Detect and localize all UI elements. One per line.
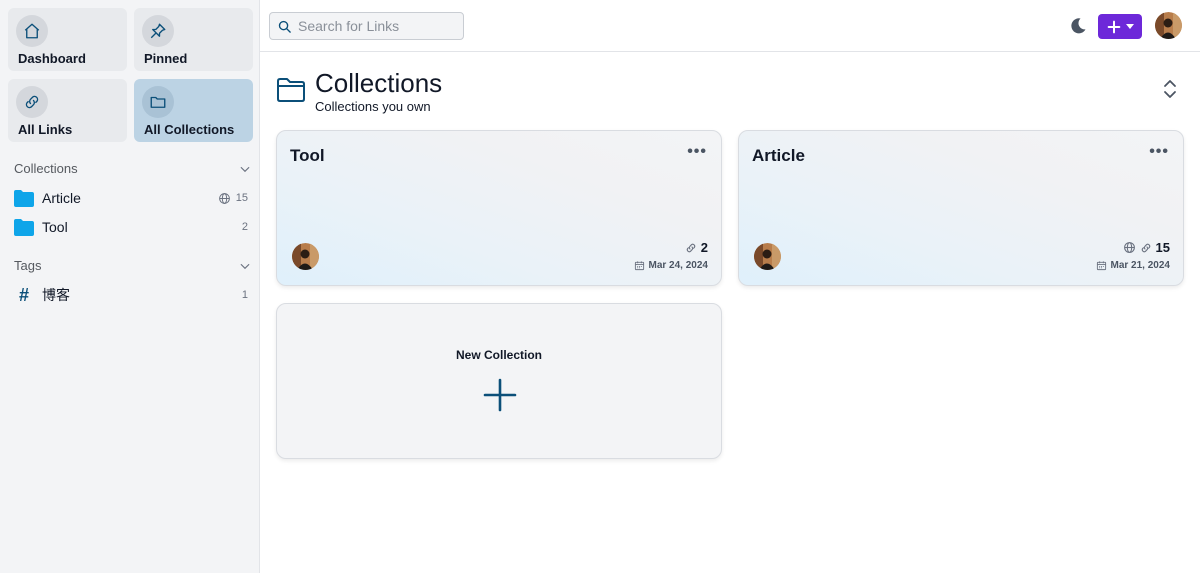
page-title: Collections (315, 68, 443, 98)
add-new-button[interactable] (1098, 14, 1142, 39)
theme-toggle-button[interactable] (1068, 16, 1090, 38)
user-avatar[interactable] (1155, 12, 1182, 39)
search-icon (278, 20, 291, 33)
sidebar-collection-label: Tool (42, 219, 68, 235)
caret-down-icon (1126, 23, 1134, 29)
tags-section-toggle[interactable]: Tags (14, 258, 252, 273)
link-icon (1141, 243, 1150, 252)
nav-pinned[interactable]: Pinned (134, 8, 253, 71)
search-input[interactable] (298, 18, 458, 34)
plus-icon (1107, 20, 1121, 33)
hash-icon: # (18, 284, 29, 305)
link-count: 2 (685, 240, 708, 255)
collection-card-title: Article (752, 146, 805, 165)
globe-icon (1123, 242, 1135, 253)
folder-icon (14, 218, 34, 236)
nav-all-collections-label: All Collections (144, 122, 235, 137)
sidebar-tag-item[interactable]: # 博客 1 (14, 283, 248, 307)
tag-link-count: 1 (241, 289, 248, 301)
sidebar: Dashboard Pinned All Links All Collectio… (0, 0, 260, 573)
page-subtitle: Collections you own (315, 99, 431, 114)
tags-heading: Tags (14, 258, 42, 273)
link-count-value: 15 (1155, 240, 1170, 255)
link-count: 15 (1123, 240, 1170, 255)
owner-avatar (292, 243, 319, 270)
nav-all-links[interactable]: All Links (8, 79, 127, 142)
new-collection-button[interactable]: New Collection (276, 303, 722, 459)
chevron-down-icon (240, 166, 250, 172)
nav-dashboard-label: Dashboard (18, 51, 86, 66)
sort-button[interactable] (1162, 79, 1180, 99)
folder-icon (14, 189, 34, 207)
sort-icon (1164, 80, 1176, 98)
globe-icon (218, 192, 230, 204)
top-bar (260, 0, 1200, 52)
sidebar-collection-tool[interactable]: Tool 2 (14, 215, 248, 239)
sidebar-collection-count: 15 (218, 192, 248, 205)
search-box[interactable] (269, 12, 464, 40)
owner-avatar (754, 243, 781, 270)
collection-link-count: 2 (241, 221, 248, 233)
more-options-icon[interactable]: ••• (687, 143, 707, 161)
created-date: Mar 21, 2024 (1096, 260, 1171, 271)
folder-icon (276, 77, 306, 108)
sidebar-tag-count: 1 (242, 289, 248, 301)
moon-icon (1071, 18, 1086, 34)
created-date: Mar 24, 2024 (634, 260, 709, 271)
nav-all-links-label: All Links (18, 122, 73, 137)
calendar-icon (634, 261, 644, 271)
folder-icon (142, 86, 174, 118)
created-date-value: Mar 24, 2024 (648, 260, 709, 271)
link-icon (16, 86, 48, 118)
collection-card-tool[interactable]: Tool ••• 2 Mar 24, 2024 (276, 130, 722, 286)
calendar-icon (1096, 261, 1106, 271)
created-date-value: Mar 21, 2024 (1110, 260, 1171, 271)
collections-heading: Collections (14, 161, 78, 176)
collections-section-toggle[interactable]: Collections (14, 161, 252, 176)
sidebar-collection-article[interactable]: Article 15 (14, 186, 248, 210)
more-options-icon[interactable]: ••• (1149, 143, 1169, 161)
nav-all-collections[interactable]: All Collections (134, 79, 253, 142)
link-icon (686, 243, 695, 252)
collection-card-article[interactable]: Article ••• 15 Mar 21, 2024 (738, 130, 1184, 286)
link-count-value: 2 (700, 240, 708, 255)
home-icon (16, 15, 48, 47)
chevron-down-icon (240, 263, 250, 269)
plus-icon (483, 378, 517, 417)
sidebar-collection-label: Article (42, 190, 81, 206)
new-collection-label: New Collection (455, 348, 542, 362)
pin-icon (142, 15, 174, 47)
sidebar-tag-label: 博客 (42, 287, 70, 303)
sidebar-collection-count: 2 (242, 221, 248, 233)
collection-link-count: 15 (235, 192, 248, 204)
nav-pinned-label: Pinned (144, 51, 188, 66)
nav-dashboard[interactable]: Dashboard (8, 8, 127, 71)
collection-card-title: Tool (290, 146, 325, 165)
